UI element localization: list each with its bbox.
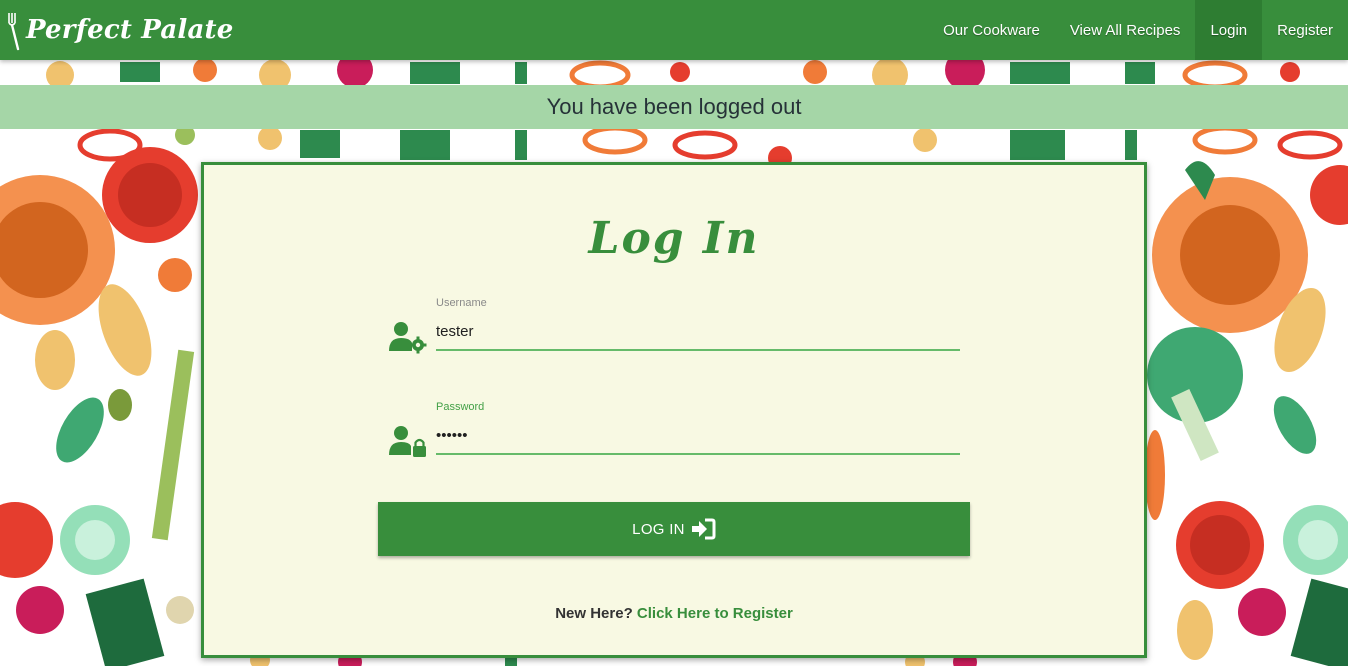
- login-button-label: LOG IN: [632, 520, 685, 538]
- nav-links: Our Cookware View All Recipes Login Regi…: [928, 0, 1348, 60]
- user-lock-icon: [388, 425, 428, 459]
- nav-link-view-all-recipes[interactable]: View All Recipes: [1055, 0, 1196, 60]
- top-navbar: Perfect Palate Our Cookware View All Rec…: [0, 0, 1348, 60]
- register-link[interactable]: Click Here to Register: [637, 605, 793, 622]
- username-label: Username: [436, 297, 487, 309]
- nav-link-register[interactable]: Register: [1262, 0, 1348, 60]
- sign-in-icon: [690, 518, 716, 540]
- username-field-group: Username: [388, 297, 964, 367]
- nav-link-login[interactable]: Login: [1195, 0, 1263, 60]
- password-input[interactable]: [436, 417, 960, 455]
- user-cog-icon: [388, 321, 428, 355]
- register-prompt: New Here? Click Here to Register: [204, 605, 1144, 622]
- login-button[interactable]: LOG IN: [378, 502, 970, 556]
- password-field-group: Password: [388, 401, 964, 471]
- nav-link-our-cookware[interactable]: Our Cookware: [928, 0, 1055, 60]
- flash-message-text: You have been logged out: [546, 94, 802, 119]
- username-input[interactable]: [436, 313, 960, 351]
- fork-icon: [2, 5, 26, 55]
- password-label: Password: [436, 401, 485, 413]
- brand-name: Perfect Palate: [26, 15, 234, 45]
- login-card: Log In Username tester Password •••••• L…: [201, 162, 1147, 658]
- register-prompt-text: New Here?: [555, 605, 633, 622]
- brand-link[interactable]: Perfect Palate: [0, 0, 234, 60]
- flash-message: You have been logged out: [0, 85, 1348, 129]
- login-title: Log In: [588, 213, 760, 264]
